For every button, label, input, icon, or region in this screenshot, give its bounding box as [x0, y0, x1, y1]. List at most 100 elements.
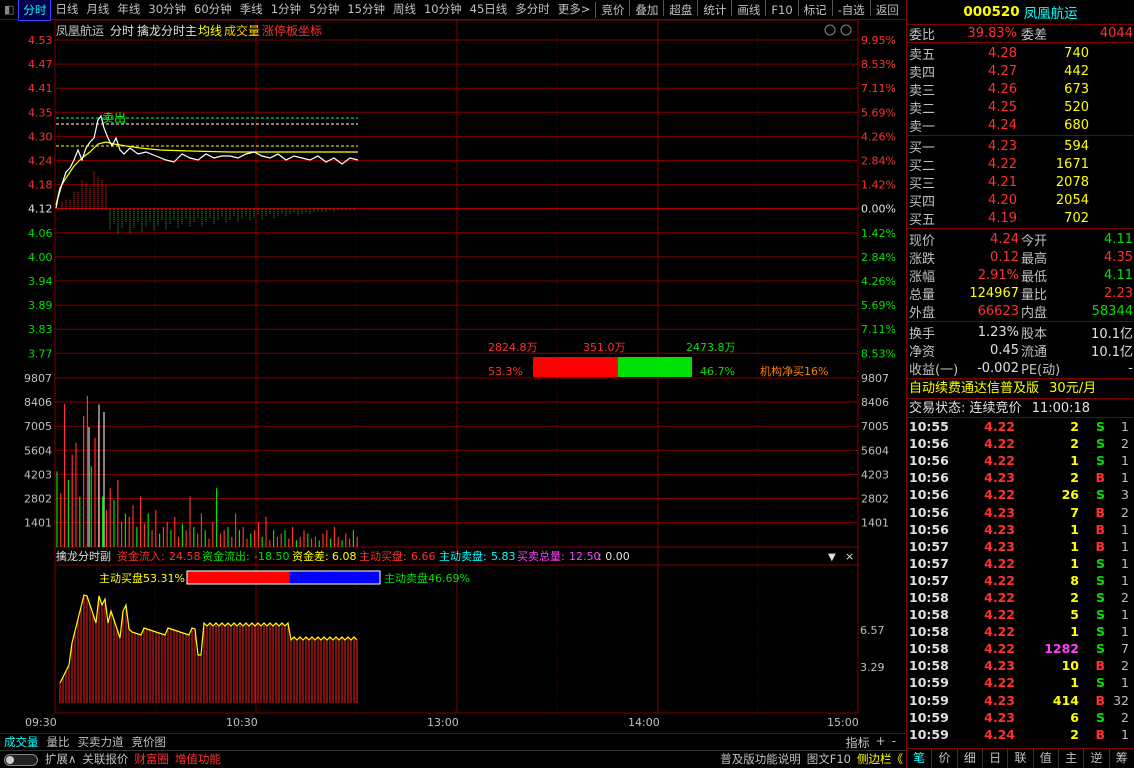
- period-tab[interactable]: 5分钟: [305, 0, 343, 21]
- asks-row[interactable]: 卖一 4.24 680: [907, 116, 1134, 135]
- sub-dropdown-icon[interactable]: ▼: [828, 552, 836, 563]
- tick-row[interactable]: 10:55 4.22 2 S 1: [907, 418, 1134, 435]
- bids-row[interactable]: 买一 4.23 594: [907, 137, 1134, 156]
- trade-status: 交易状态: 连续竞价 11:00:18: [907, 399, 1134, 418]
- tick-row[interactable]: 10:56 4.23 2 B 1: [907, 469, 1134, 486]
- tick-direction: S: [1095, 624, 1105, 640]
- tick-row[interactable]: 10:59 4.22 1 S 1: [907, 674, 1134, 691]
- period-tab[interactable]: 日线: [51, 0, 82, 21]
- sidebar-tab[interactable]: 日: [983, 749, 1009, 768]
- pct-tick: 5.69%: [861, 299, 896, 312]
- intraday-chart[interactable]: 凤凰航运 分时 擒龙分时主 均线 成交量 涨停板坐标 4.534.474.414…: [0, 20, 906, 733]
- asks-row[interactable]: 卖三 4.26 673: [907, 80, 1134, 99]
- period-tab[interactable]: 1分钟: [267, 0, 305, 21]
- tick-row[interactable]: 10:58 4.22 2 S 2: [907, 589, 1134, 606]
- wei-cha-value: 4044: [1099, 26, 1133, 41]
- tick-row[interactable]: 10:57 4.22 1 S 1: [907, 555, 1134, 572]
- tick-time: 10:58: [909, 658, 949, 674]
- bids-row[interactable]: 买三 4.21 2078: [907, 173, 1134, 192]
- tick-count: 1: [1121, 521, 1129, 537]
- sub-close-icon[interactable]: ×: [845, 550, 854, 563]
- tick-row[interactable]: 10:58 4.22 5 S 1: [907, 606, 1134, 623]
- promo-banner[interactable]: 自动续费通达信普及版 30元/月: [907, 379, 1134, 399]
- asks-row[interactable]: 卖五 4.28 740: [907, 44, 1134, 63]
- asks-price: 4.28: [988, 45, 1017, 61]
- period-tab[interactable]: 10分钟: [420, 0, 466, 21]
- toolbar-button[interactable]: 标记: [800, 0, 831, 20]
- tick-time: 10:55: [909, 419, 949, 435]
- tick-row[interactable]: 10:57 4.22 8 S 1: [907, 572, 1134, 589]
- period-tab[interactable]: 月线: [82, 0, 113, 21]
- related-quote-link[interactable]: 关联报价: [79, 751, 131, 768]
- tick-row[interactable]: 10:57 4.23 1 B 1: [907, 538, 1134, 555]
- period-tab[interactable]: 分时: [18, 0, 52, 21]
- period-tab[interactable]: 15分钟: [343, 0, 389, 21]
- chart-corner-icons[interactable]: [824, 24, 852, 36]
- toolbar-button[interactable]: 竞价: [597, 0, 628, 20]
- period-tab[interactable]: 更多>: [554, 0, 595, 21]
- vol-tick: 8406: [24, 396, 52, 409]
- period-tab[interactable]: 45日线: [466, 0, 512, 21]
- bids-row[interactable]: 买五 4.19 702: [907, 209, 1134, 228]
- feature-guide-link[interactable]: 普及版功能说明: [717, 751, 804, 768]
- indicator-tab[interactable]: 竞价图: [128, 734, 171, 750]
- sidebar-tab[interactable]: 逆: [1084, 749, 1110, 768]
- asks-row[interactable]: 卖二 4.25 520: [907, 98, 1134, 117]
- sidebar-tab[interactable]: 细: [958, 749, 983, 768]
- asks-row[interactable]: 卖四 4.27 442: [907, 62, 1134, 81]
- indicator-tab[interactable]: 成交量: [0, 734, 43, 750]
- sidebar-tab[interactable]: 价: [932, 749, 958, 768]
- toolbar-button[interactable]: 返回: [872, 0, 903, 20]
- tick-row[interactable]: 10:56 4.22 1 S 1: [907, 452, 1134, 469]
- toolbar-button[interactable]: -自选: [834, 0, 869, 20]
- avg-price-line: [55, 141, 358, 206]
- toolbar-button[interactable]: F10: [767, 0, 796, 20]
- toolbar-button[interactable]: 叠加: [631, 0, 662, 20]
- tick-direction: B: [1095, 658, 1105, 674]
- tick-row[interactable]: 10:56 4.22 2 S 2: [907, 435, 1134, 452]
- tick-row[interactable]: 10:59 4.24 2 B 1: [907, 726, 1134, 743]
- tick-row[interactable]: 10:56 4.22 26 S 3: [907, 486, 1134, 503]
- remove-window-button[interactable]: -: [892, 734, 896, 751]
- tick-row[interactable]: 10:58 4.23 10 B 2: [907, 657, 1134, 674]
- panel-toggle-icon[interactable]: ◧: [0, 3, 18, 16]
- value-added-link[interactable]: 增值功能: [172, 751, 224, 768]
- pct-tick: 0.00%: [861, 203, 896, 216]
- expand-button[interactable]: 扩展∧: [42, 751, 79, 768]
- indicator-tab[interactable]: 量比: [43, 734, 74, 750]
- period-tab[interactable]: 30分钟: [144, 0, 190, 21]
- bids-row[interactable]: 买四 4.20 2054: [907, 191, 1134, 210]
- period-tab[interactable]: 年线: [113, 0, 144, 21]
- indicator-tab[interactable]: 买卖力道: [74, 734, 128, 750]
- sidebar-tab[interactable]: 值: [1034, 749, 1059, 768]
- tick-row[interactable]: 10:58 4.22 1 S 1: [907, 623, 1134, 640]
- stock-title[interactable]: 000520 凤凰航运: [907, 0, 1134, 25]
- sidebar-tab[interactable]: 笔: [907, 749, 933, 768]
- period-tab[interactable]: 季线: [236, 0, 267, 21]
- toolbar-button[interactable]: 超盘: [665, 0, 696, 20]
- f10-link[interactable]: 图文F10: [804, 751, 854, 768]
- sidebar-tab[interactable]: 筹: [1110, 749, 1134, 768]
- tick-row[interactable]: 10:59 4.23 6 S 2: [907, 709, 1134, 726]
- pct-tick: 1.42%: [861, 179, 896, 192]
- tick-row[interactable]: 10:59 4.23 414 B 32: [907, 692, 1134, 709]
- tick-price: 4.22: [984, 624, 1015, 640]
- expand-toggle[interactable]: [4, 753, 38, 766]
- tick-row[interactable]: 10:58 4.22 1282 S 7: [907, 640, 1134, 657]
- wealth-circle-link[interactable]: 财富圈: [131, 751, 172, 768]
- tick-list[interactable]: 10:55 4.22 2 S 1 10:56 4.22 2 S 2 10:56 4.22 1 S 1 10:5…: [907, 418, 1134, 743]
- indicator-button[interactable]: 指标: [846, 734, 870, 751]
- sidebar-toggle-link[interactable]: 侧边栏《: [854, 751, 906, 768]
- sidebar-tab[interactable]: 主: [1059, 749, 1085, 768]
- add-window-button[interactable]: +: [876, 734, 886, 751]
- toolbar-button[interactable]: 画线: [733, 0, 764, 20]
- tick-row[interactable]: 10:56 4.23 1 B 1: [907, 521, 1134, 538]
- period-tab[interactable]: 多分时: [511, 0, 554, 21]
- toolbar-button[interactable]: 统计: [699, 0, 730, 20]
- period-tab[interactable]: 60分钟: [190, 0, 236, 21]
- period-tab[interactable]: 周线: [389, 0, 420, 21]
- sidebar-tab[interactable]: 联: [1008, 749, 1034, 768]
- tick-row[interactable]: 10:56 4.23 7 B 2: [907, 503, 1134, 520]
- tick-count: 1: [1121, 726, 1129, 742]
- bids-row[interactable]: 买二 4.22 1671: [907, 155, 1134, 174]
